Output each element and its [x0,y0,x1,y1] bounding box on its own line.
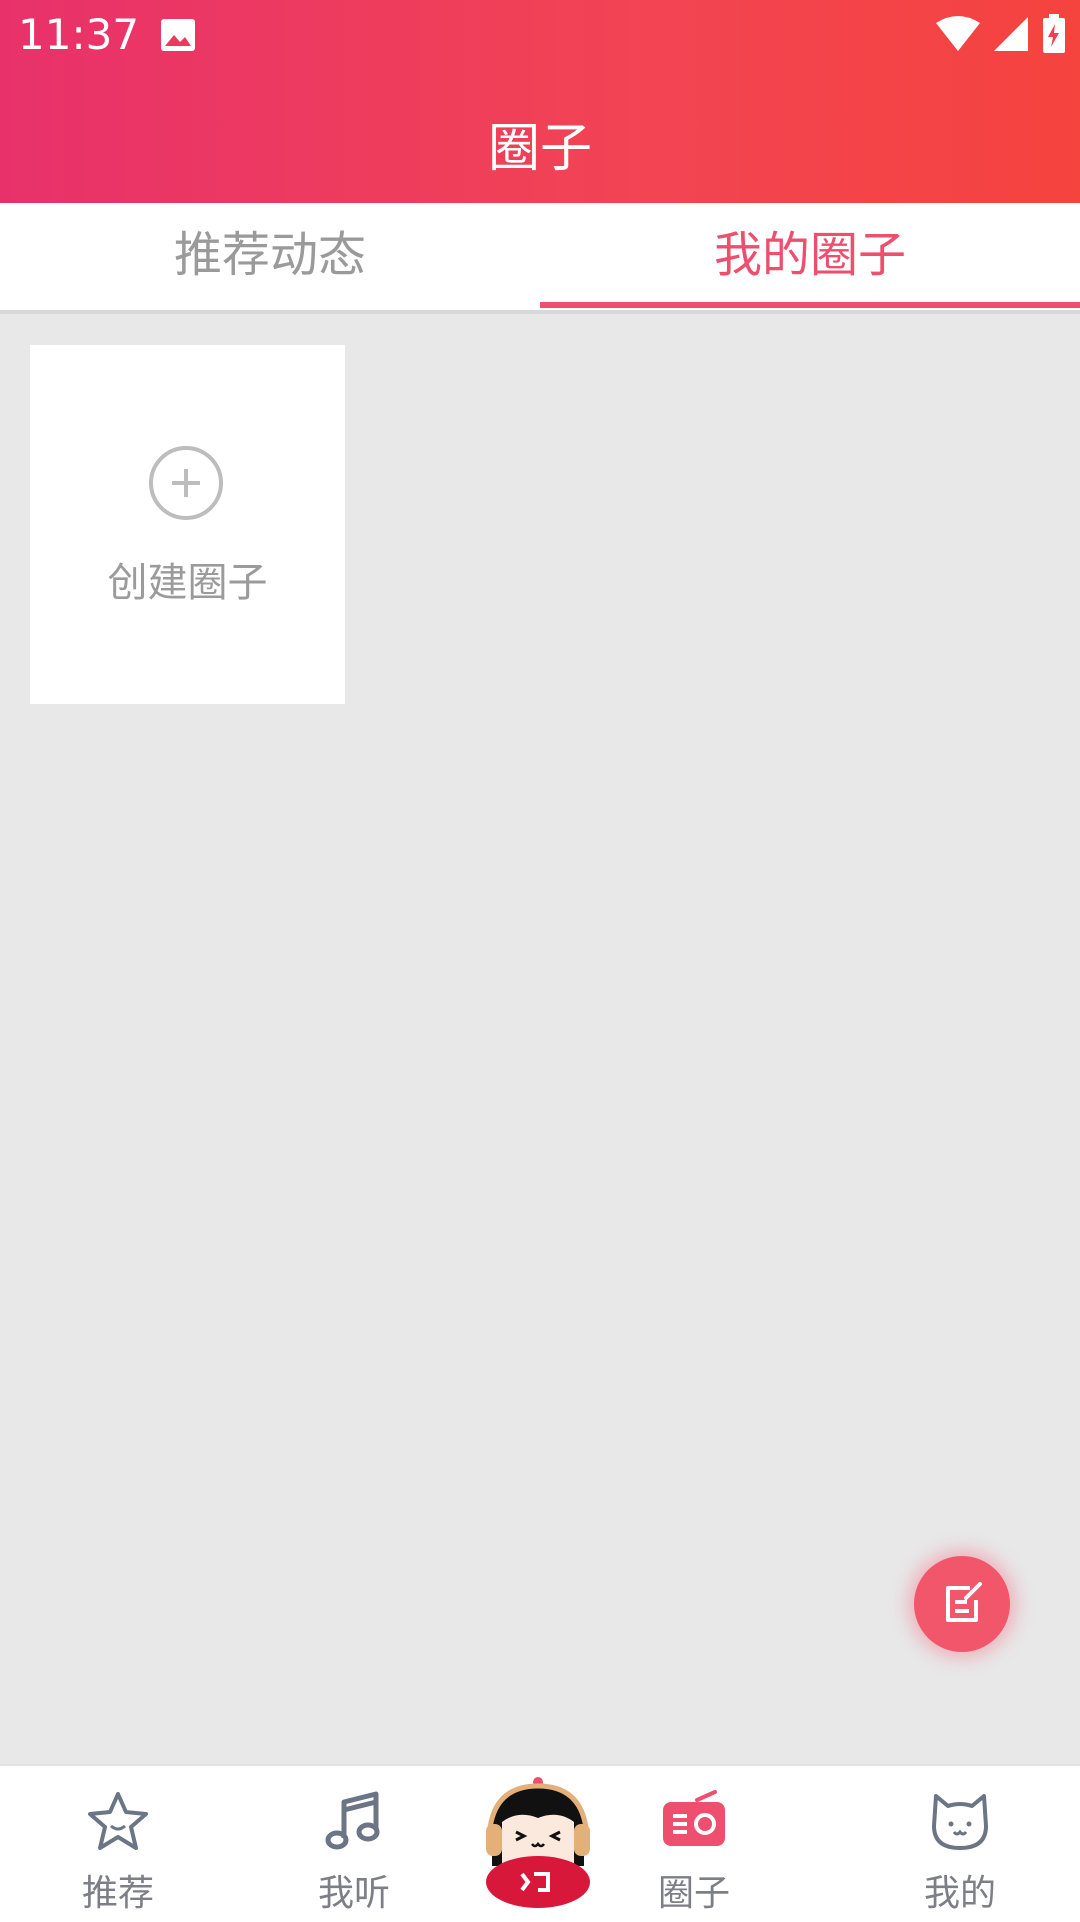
top-bar: 11:37 圈子 [0,0,1080,203]
nav-recommend-label: 推荐 [81,1873,154,1914]
cat-face-icon [932,1794,988,1850]
compose-post-button[interactable] [914,1556,1010,1652]
image-notification-icon [161,19,195,51]
battery-icon [1043,14,1065,53]
nav-mine-label: 我的 [923,1873,996,1914]
mascot-avatar-icon[interactable] [478,1770,598,1910]
create-circle-label: 创建圈子 [107,560,268,606]
wifi-icon [936,16,980,51]
tab-recommended-feed[interactable]: 推荐动态 [0,203,540,310]
nav-listen[interactable]: 我听 [246,1766,462,1922]
page-title: 圈子 [487,119,592,179]
star-face-icon [88,1792,148,1850]
active-tab-indicator [540,302,1080,308]
tab-my-circles[interactable]: 我的圈子 [540,203,1080,310]
plus-circle-icon [149,446,223,520]
status-icons [936,14,1066,54]
nav-recommend[interactable]: 推荐 [10,1766,226,1922]
nav-circles[interactable]: 圈子 [586,1766,802,1922]
signal-icon [994,17,1028,51]
tab-bar: 推荐动态 我的圈子 [0,203,1080,314]
nav-listen-label: 我听 [317,1873,390,1914]
create-circle-card[interactable]: 创建圈子 [30,345,345,704]
status-time: 11:37 [18,10,140,59]
radio-icon [663,1790,725,1846]
nav-circles-label: 圈子 [657,1873,730,1914]
edit-note-icon [946,1582,982,1622]
nav-mine[interactable]: 我的 [852,1766,1068,1922]
music-note-icon [325,1791,380,1850]
